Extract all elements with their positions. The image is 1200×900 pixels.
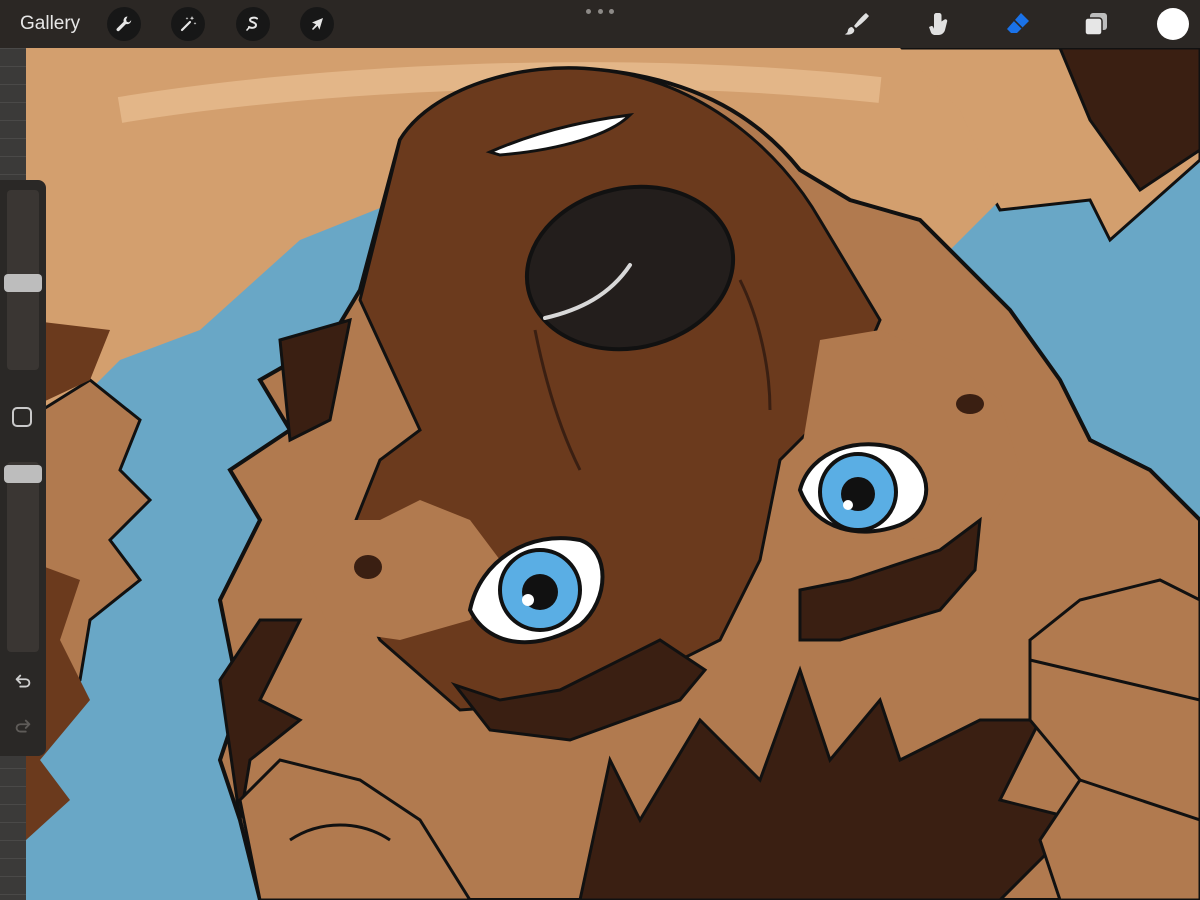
procreate-app: Gallery (0, 0, 1200, 900)
selection-button[interactable] (236, 7, 270, 41)
transform-button[interactable] (300, 7, 334, 41)
arrow-cursor-icon (312, 18, 323, 30)
color-picker-swatch[interactable] (1157, 8, 1189, 40)
more-options-button[interactable] (586, 4, 614, 18)
dot-icon (597, 8, 603, 14)
redo-button[interactable] (11, 715, 35, 739)
layers-icon (1084, 13, 1107, 36)
redo-icon (15, 719, 31, 733)
selection-s-icon (246, 16, 258, 31)
left-sidebar (0, 180, 46, 756)
top-toolbar: Gallery (0, 0, 1200, 48)
eraser-tool-button[interactable] (1002, 8, 1034, 40)
brush-icon (844, 13, 869, 35)
opacity-slider[interactable] (7, 462, 39, 652)
dog-illustration (0, 48, 1200, 900)
drawing-canvas[interactable] (0, 48, 1200, 900)
gallery-button[interactable]: Gallery (20, 12, 80, 36)
layers-button[interactable] (1080, 8, 1112, 40)
opacity-thumb[interactable] (4, 465, 42, 483)
undo-icon (15, 674, 31, 688)
brush-size-thumb[interactable] (4, 274, 42, 292)
adjustments-button[interactable] (171, 7, 205, 41)
eraser-icon (1007, 13, 1029, 33)
dot-icon (586, 8, 591, 14)
brush-tool-button[interactable] (840, 8, 872, 40)
smudge-tool-button[interactable] (922, 8, 954, 40)
undo-button[interactable] (11, 670, 35, 694)
dot-icon (609, 8, 614, 14)
wrench-icon (116, 16, 132, 32)
actions-button[interactable] (107, 7, 141, 41)
smudge-icon (929, 13, 948, 35)
modify-button[interactable] (12, 407, 32, 427)
magic-wand-icon (180, 16, 197, 32)
